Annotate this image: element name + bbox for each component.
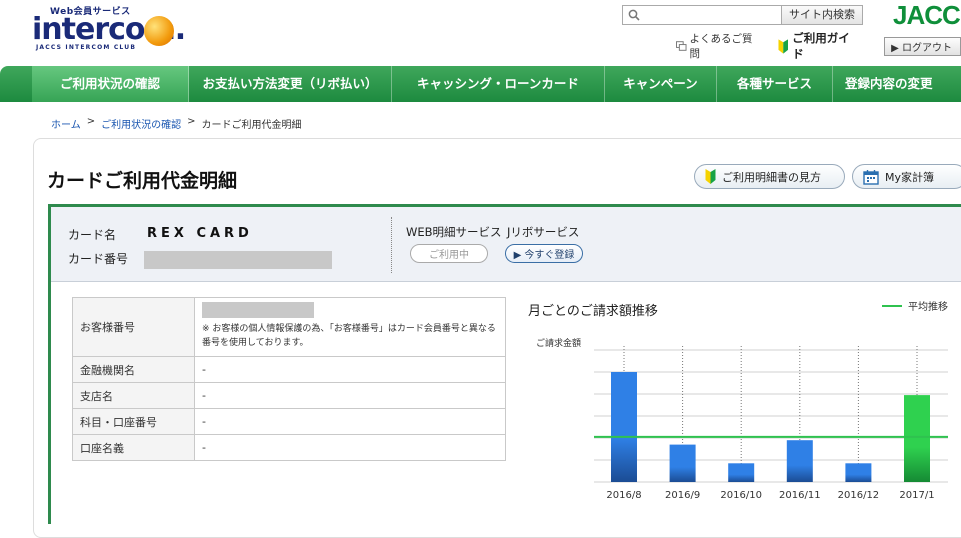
branch-name-label: 支店名 xyxy=(72,382,195,409)
search-button[interactable]: サイト内検索 xyxy=(782,5,863,25)
calendar-icon xyxy=(863,169,879,185)
breadcrumb: ホーム > ご利用状況の確認 > カードご利用代金明細 xyxy=(51,116,301,131)
web-statement-status: ご利用中 xyxy=(410,244,488,263)
chart-x-tick-label: 2016/10 xyxy=(720,490,762,501)
nav-payment-change[interactable]: お支払い方法変更（リボ払い） xyxy=(189,66,392,102)
logout-button[interactable]: ▶ ログアウト xyxy=(884,36,961,56)
customer-number-masked xyxy=(202,302,314,318)
chart-bar xyxy=(904,395,930,482)
kakeibo-button[interactable]: My家計簿 xyxy=(852,164,961,189)
breadcrumb-current: カードご利用代金明細 xyxy=(201,120,302,131)
chart-x-tick-label: 2017/1 xyxy=(899,490,934,501)
jaccs-brand-logo[interactable]: JACC xyxy=(893,0,961,31)
table-row: 科目・口座番号 - xyxy=(72,408,506,435)
search-input[interactable] xyxy=(622,5,782,25)
breadcrumb-separator: > xyxy=(187,116,196,127)
table-row: 金融機関名 - xyxy=(72,356,506,383)
header-links: よくあるご質問 ご利用ガイド ▶ ログアウト xyxy=(676,31,961,61)
customer-number-cell: ※ お客様の個人情報保護の為、「お客様番号」はカード会員番号と異なる番号を使用し… xyxy=(194,297,506,357)
table-row: 口座名義 - xyxy=(72,434,506,461)
guide-link[interactable]: ご利用ガイド xyxy=(778,30,858,62)
breadcrumb-usage[interactable]: ご利用状況の確認 xyxy=(101,116,181,131)
bank-name-label: 金融機関名 xyxy=(72,356,195,383)
table-row: 支店名 - xyxy=(72,382,506,409)
chart-y-axis-label: ご請求金額 xyxy=(536,339,582,349)
card-info-bar: カード名 REX CARD カード番号 WEB明細サービス Jリボサービス ご利… xyxy=(51,207,961,282)
card-name-label: カード名 xyxy=(68,228,117,242)
nav-registration-change[interactable]: 登録内容の変更 xyxy=(833,66,961,102)
breadcrumb-separator: > xyxy=(86,116,96,127)
search-icon xyxy=(628,9,640,21)
chart-bar xyxy=(786,440,813,482)
account-number-label: 科目・口座番号 xyxy=(72,408,195,435)
j-ribo-register-button[interactable]: ▶ 今すぐ登録 xyxy=(505,244,583,263)
legend-average-swatch xyxy=(882,304,902,307)
nav-cashing-loan[interactable]: キャッシング・ローンカード xyxy=(392,66,605,102)
chart-legend: 平均推移 xyxy=(882,298,948,313)
chart-bar xyxy=(611,372,637,482)
bank-name-value: - xyxy=(194,356,506,383)
web-statement-label: WEB明細サービス xyxy=(406,225,502,239)
customer-number-note: ※ お客様の個人情報保護の為、「お客様番号」はカード会員番号と異なる番号を使用し… xyxy=(202,324,496,348)
logo-sub-text: JACCS INTERCOM CLUB xyxy=(36,44,137,51)
logo-orb-icon xyxy=(144,16,174,46)
chart-x-tick-label: 2016/8 xyxy=(606,490,641,501)
account-holder-value: - xyxy=(194,434,506,461)
faq-label: よくあるご質問 xyxy=(689,33,753,60)
card-number-label: カード番号 xyxy=(68,252,129,266)
global-nav: ご利用状況の確認 お支払い方法変更（リボ払い） キャッシング・ローンカード キャ… xyxy=(0,66,961,102)
page-title: カードご利用代金明細 xyxy=(47,170,238,192)
card-number-masked xyxy=(144,251,332,269)
statement-guide-button[interactable]: ご利用明細書の見方 xyxy=(694,164,845,189)
intercom-logo[interactable]: Web会員サービス intercom. JACCS INTERCOM CLUB xyxy=(32,4,204,54)
account-holder-label: 口座名義 xyxy=(72,434,195,461)
beginner-mark-icon xyxy=(705,169,716,184)
j-ribo-label: Jリボサービス xyxy=(507,225,580,239)
kakeibo-label: My家計簿 xyxy=(885,170,935,184)
bank-account-table: お客様番号 ※ お客様の個人情報保護の為、「お客様番号」はカード会員番号と異なる… xyxy=(72,297,506,461)
site-header: Web会員サービス intercom. JACCS INTERCOM CLUB … xyxy=(0,0,961,66)
legend-average-label: 平均推移 xyxy=(908,302,948,313)
billing-trend-chart: 2016/8 2016/9 2016/10 2016/11 2016/12 2017/1 xyxy=(594,346,948,501)
customer-number-label: お客様番号 xyxy=(72,297,195,357)
card-info-divider xyxy=(391,217,392,273)
chart-bar xyxy=(669,444,696,482)
card-name-value: REX CARD xyxy=(147,226,253,241)
branch-name-value: - xyxy=(194,382,506,409)
statement-guide-label: ご利用明細書の見方 xyxy=(722,170,821,184)
chart-bar xyxy=(728,463,755,482)
nav-campaign[interactable]: キャンペーン xyxy=(605,66,717,102)
chart-title: 月ごとのご請求額推移 xyxy=(528,304,658,319)
table-row: お客様番号 ※ お客様の個人情報保護の為、「お客様番号」はカード会員番号と異なる… xyxy=(72,297,506,357)
site-search: サイト内検索 xyxy=(622,5,863,25)
breadcrumb-home[interactable]: ホーム xyxy=(51,116,81,131)
nav-services[interactable]: 各種サービス xyxy=(717,66,833,102)
guide-label: ご利用ガイド xyxy=(792,31,850,61)
chart-bar xyxy=(845,463,872,482)
chart-x-tick-label: 2016/9 xyxy=(665,490,700,501)
chart-x-tick-label: 2016/11 xyxy=(779,490,821,501)
faq-link[interactable]: よくあるご質問 xyxy=(676,31,760,61)
chart-x-tick-label: 2016/12 xyxy=(838,490,880,501)
account-number-value: - xyxy=(194,408,506,435)
faq-icon xyxy=(676,41,687,51)
nav-usage[interactable]: ご利用状況の確認 xyxy=(32,66,189,102)
beginner-mark-icon xyxy=(778,38,788,54)
